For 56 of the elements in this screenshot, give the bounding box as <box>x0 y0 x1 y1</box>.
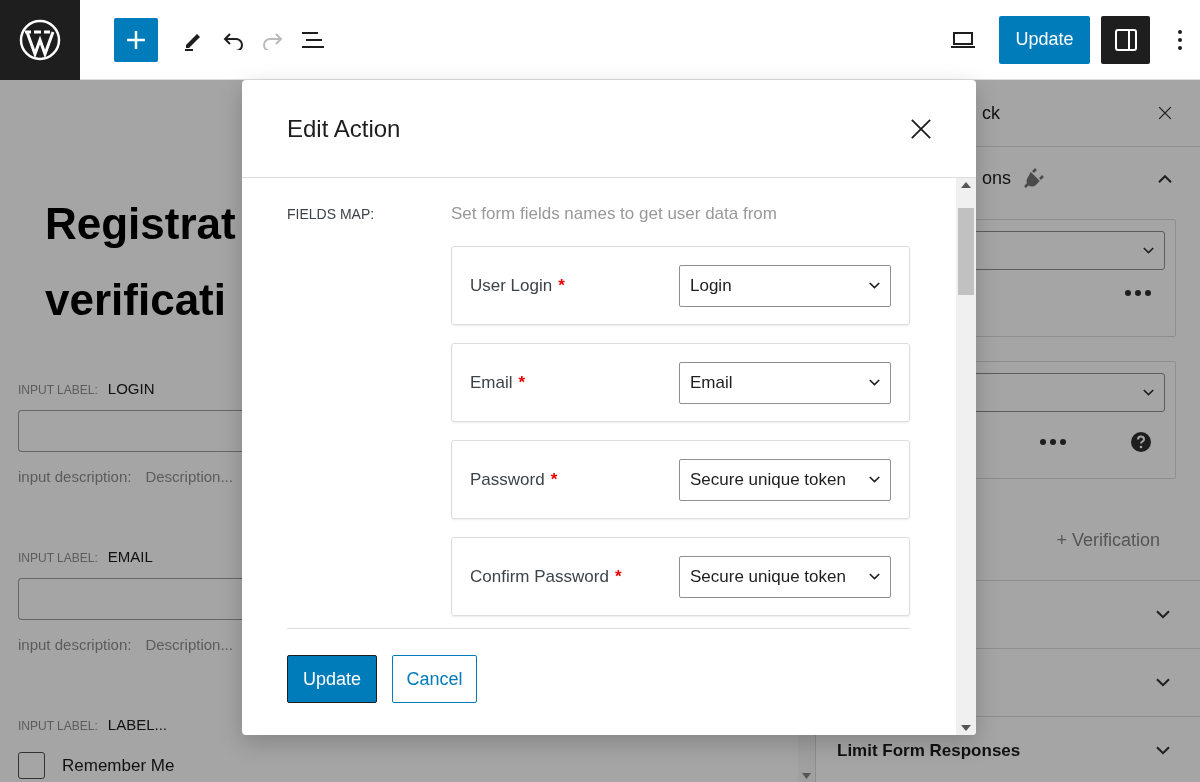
checkbox-label: Remember Me <box>62 755 175 776</box>
chevron-down-icon <box>1156 746 1170 755</box>
sidebar-toggle-button[interactable] <box>1101 15 1150 64</box>
input-field[interactable] <box>18 578 242 620</box>
chevron-up-icon <box>1158 174 1172 183</box>
plug-icon <box>1023 167 1046 189</box>
field-label[interactable]: EMAIL <box>107 548 153 565</box>
input-field[interactable] <box>18 410 242 452</box>
update-button[interactable]: Update <box>287 655 377 703</box>
cancel-button[interactable]: Cancel <box>392 655 477 703</box>
sidebar-icon <box>1113 27 1138 52</box>
field-label[interactable]: LABEL... <box>107 716 167 733</box>
accordion-title: Limit Form Responses <box>837 740 1021 761</box>
dialog-title: Edit Action <box>287 114 401 143</box>
select-field[interactable]: Secure unique token <box>679 458 891 501</box>
mapping-label: User Login * <box>470 275 565 296</box>
select-field[interactable]: Secure unique token <box>679 555 891 598</box>
chevron-down-icon <box>869 573 880 580</box>
label-caption: INPUT LABEL: <box>18 719 98 733</box>
help-icon[interactable] <box>1131 432 1151 452</box>
sidebar-tab[interactable]: ck <box>982 102 1000 124</box>
plus-icon <box>126 29 146 50</box>
select-field[interactable]: Email <box>679 361 891 404</box>
ellipsis-icon[interactable] <box>1040 439 1066 445</box>
chevron-down-icon <box>869 282 880 289</box>
description-caption: input description: <box>18 468 132 485</box>
mapping-label: Confirm Password * <box>470 566 622 587</box>
fields-map-label: FIELDS MAP: <box>287 205 376 224</box>
scroll-down-arrow-icon[interactable] <box>961 725 971 731</box>
add-block-button[interactable] <box>114 17 158 62</box>
mapping-label: Email * <box>470 372 526 393</box>
chevron-down-icon <box>1156 678 1170 687</box>
scrollbar[interactable] <box>956 178 976 735</box>
chevron-down-icon <box>1156 610 1170 619</box>
label-caption: INPUT LABEL: <box>18 551 98 565</box>
close-icon[interactable] <box>910 117 932 140</box>
section-title[interactable]: ons <box>982 167 1012 189</box>
checkbox[interactable] <box>18 752 45 779</box>
update-button[interactable]: Update <box>999 15 1090 64</box>
label-caption: INPUT LABEL: <box>18 383 98 397</box>
chevron-down-icon <box>869 379 880 386</box>
page-heading: Registrat verificati <box>45 198 236 326</box>
hint-text: Set form fields names to get user data from <box>451 204 778 224</box>
field-label[interactable]: LOGIN <box>107 380 155 397</box>
close-icon[interactable] <box>1158 106 1172 120</box>
ellipsis-icon[interactable] <box>1125 290 1151 296</box>
scrollbar-thumb[interactable] <box>958 208 974 295</box>
chevron-down-icon <box>1143 247 1154 254</box>
chevron-down-icon <box>869 476 880 483</box>
logo[interactable] <box>0 0 80 80</box>
scroll-down-arrow-icon[interactable] <box>802 773 811 779</box>
select-field[interactable]: Login <box>679 264 891 307</box>
mapping-label: Password * <box>470 469 558 490</box>
description-caption: input description: <box>18 636 132 653</box>
scroll-up-arrow-icon[interactable] <box>961 182 971 188</box>
chevron-down-icon <box>1143 389 1154 396</box>
